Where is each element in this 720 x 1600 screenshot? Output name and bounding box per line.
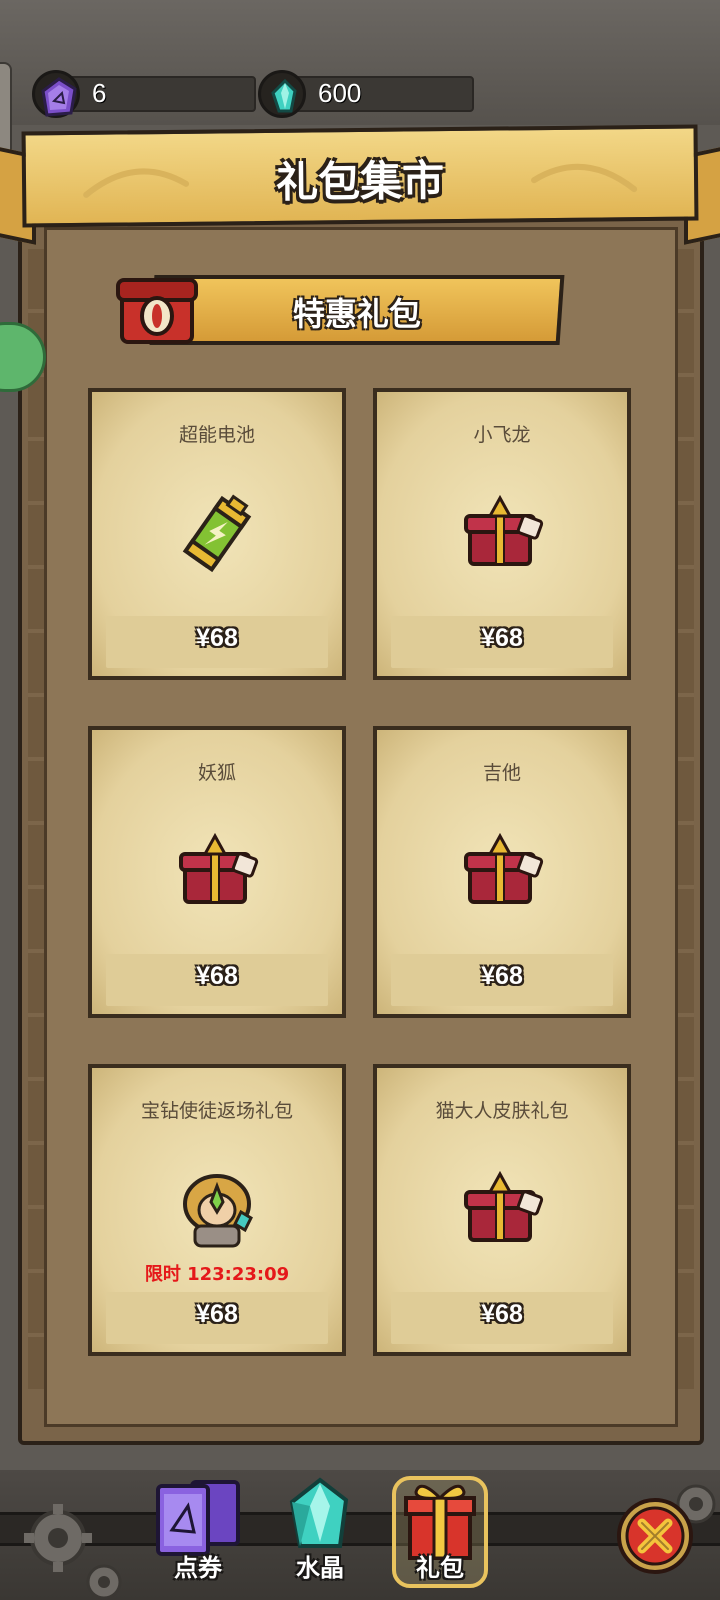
pack-name: 宝钻使徒返场礼包 [140,1100,293,1122]
tab-label: 水晶 [296,1554,344,1582]
page-title: 礼包集市 [275,156,445,207]
pack-card[interactable]: 小飞龙 ¥68 [373,388,631,680]
pack-price[interactable]: ¥68 [92,1300,342,1329]
tab-gift[interactable]: 礼包 [390,1476,490,1588]
coupon-bar [56,76,256,112]
pack-name: 超能电池 [178,424,255,446]
close-icon [617,1498,693,1574]
tab-coupon[interactable]: 点券 [148,1476,248,1586]
tab-crystal[interactable]: 水晶 [270,1476,370,1586]
gift-chest-icon [456,826,548,918]
pack-name: 小飞龙 [473,424,531,446]
coupon-value: 6 [92,78,107,108]
close-button[interactable] [614,1495,696,1577]
section-banner: 特惠礼包 [149,275,565,345]
gift-chest-icon [456,1164,548,1256]
crystal-value: 600 [318,78,362,108]
pack-price[interactable]: ¥68 [377,624,627,653]
pack-price[interactable]: ¥68 [92,624,342,653]
pack-price[interactable]: ¥68 [377,962,627,991]
pack-price[interactable]: ¥68 [92,962,342,991]
tab-label: 礼包 [416,1554,464,1582]
pack-card[interactable]: 宝钻使徒返场礼包 限时 123:23:09 ¥68 [88,1064,346,1356]
pack-card[interactable]: 妖狐 ¥68 [88,726,346,1018]
teal-crystal-icon [258,70,306,118]
tab-label: 点券 [174,1554,222,1582]
purple-card-icon [32,70,80,118]
section-title: 特惠礼包 [292,295,421,333]
pack-card[interactable]: 超能电池 ¥68 [88,388,346,680]
hero-portrait-icon [171,1164,263,1256]
pack-name: 妖狐 [197,762,236,784]
limited-time-countdown: 限时 123:23:09 [144,1264,290,1285]
gift-chest-icon [171,826,263,918]
pack-card[interactable]: 吉他 ¥68 [373,726,631,1018]
title-ribbon: 礼包集市 [21,124,699,228]
gear-icon [86,1564,122,1600]
red-chest-icon [112,272,202,348]
gift-chest-icon [456,488,548,580]
pack-card[interactable]: 猫大人皮肤礼包 ¥68 [373,1064,631,1356]
pack-name: 猫大人皮肤礼包 [435,1100,569,1122]
crystal-bar [282,76,474,112]
pack-name: 吉他 [482,762,521,784]
battery-icon [171,488,263,580]
pack-price[interactable]: ¥68 [377,1300,627,1329]
